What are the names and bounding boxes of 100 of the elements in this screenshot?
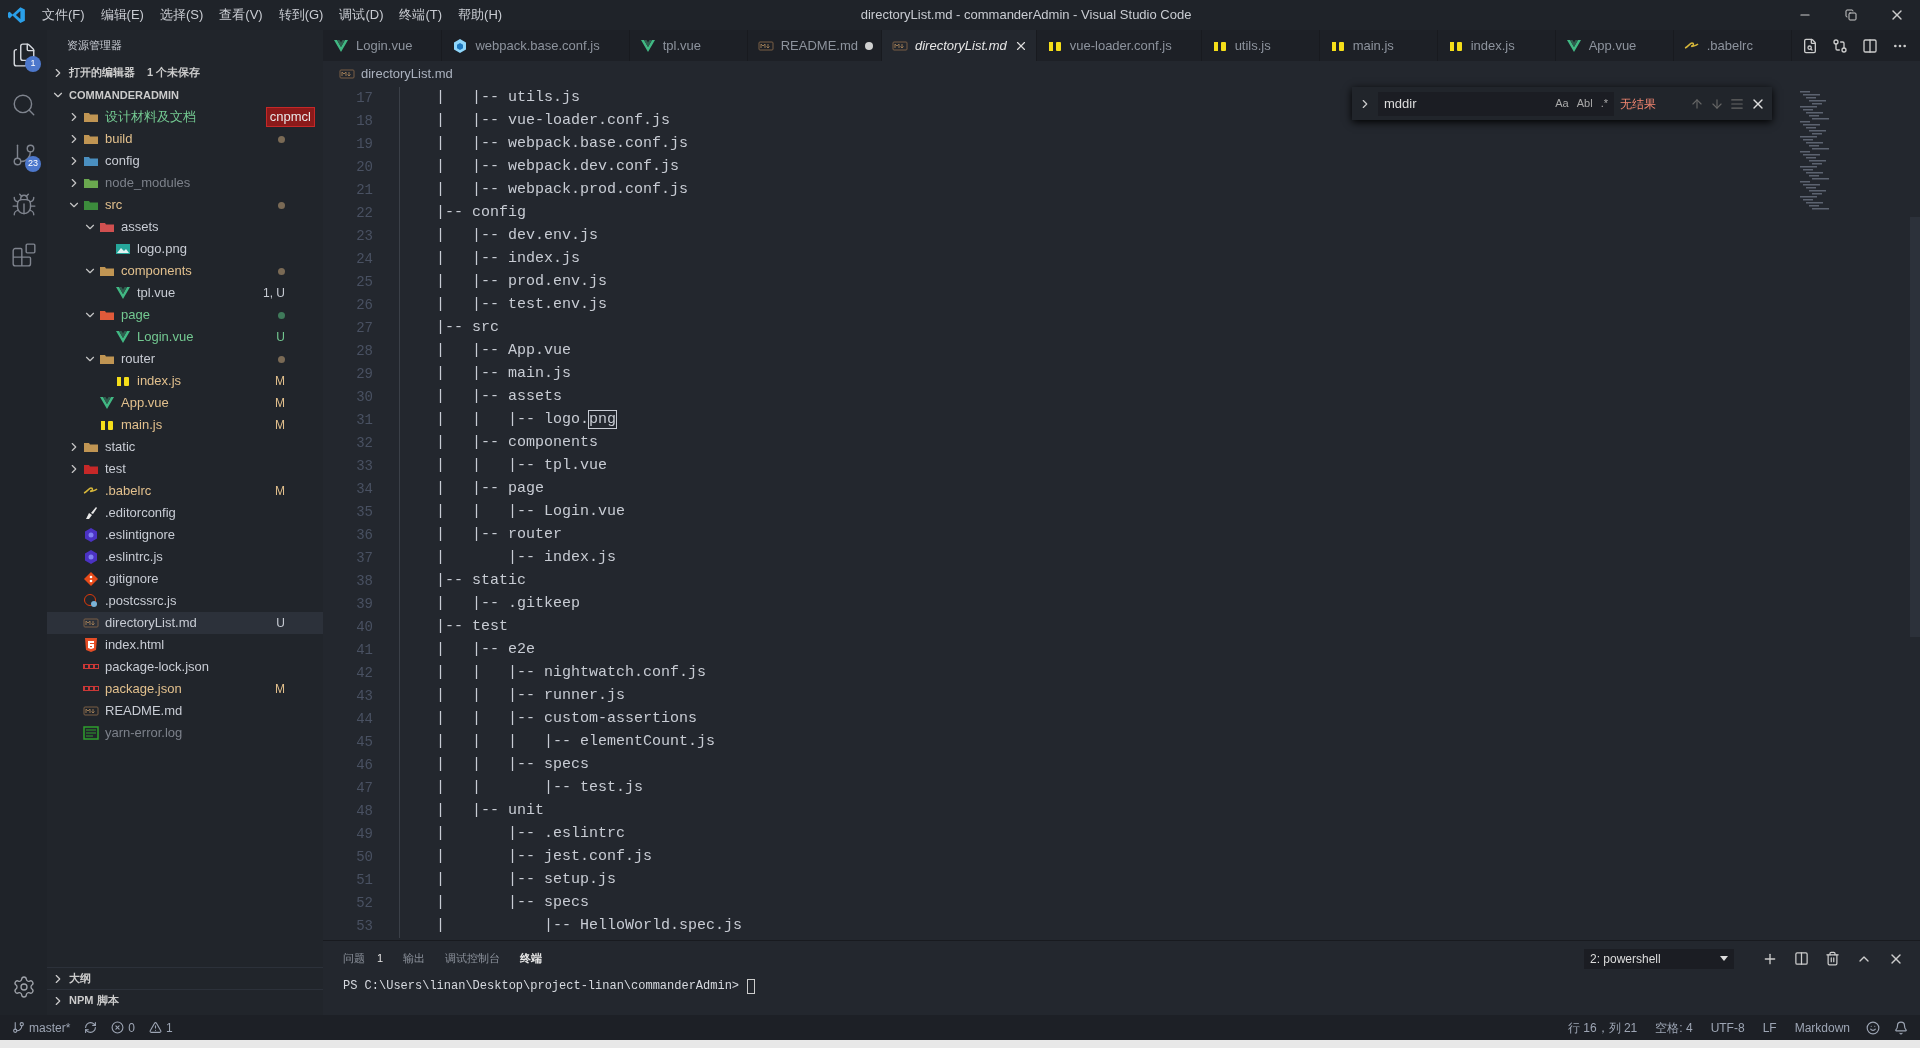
menu-item[interactable]: 选择(S) xyxy=(151,5,212,25)
status-item[interactable]: 行 16，列 21 xyxy=(1567,1018,1638,1037)
smiley-icon[interactable] xyxy=(1866,1020,1880,1035)
menu-item[interactable]: 终端(T) xyxy=(391,5,451,25)
restore-icon[interactable] xyxy=(1845,9,1857,21)
open-editors-header[interactable]: 打开的编辑器 1 个未保存 xyxy=(47,61,323,84)
tree-item[interactable]: README.md xyxy=(47,700,323,722)
split-icon[interactable] xyxy=(1794,951,1809,966)
bug-icon[interactable] xyxy=(10,192,37,218)
blocks-icon[interactable] xyxy=(10,242,37,268)
tree-item[interactable]: .postcssrc.js xyxy=(47,590,323,612)
find-option[interactable]: .* xyxy=(1600,95,1608,112)
branch-icon[interactable] xyxy=(12,1021,25,1034)
tree-item[interactable]: src xyxy=(47,194,323,216)
editor-tab[interactable]: tpl.vue xyxy=(629,30,748,61)
tree-item[interactable]: App.vue M xyxy=(47,392,323,414)
editor-tab[interactable]: utils.js xyxy=(1201,30,1320,61)
sync-icon[interactable] xyxy=(84,1021,98,1034)
split-editor-icon[interactable] xyxy=(1862,37,1878,54)
warning-icon[interactable] xyxy=(149,1021,163,1034)
menu-item[interactable]: 查看(V) xyxy=(211,5,271,25)
editor-tab[interactable]: webpack.base.conf.js xyxy=(442,30,630,61)
tree-item[interactable]: page xyxy=(47,304,323,326)
editor-tab[interactable]: index.js xyxy=(1437,30,1556,61)
find-option[interactable]: Aa xyxy=(1555,95,1569,112)
section-header[interactable]: NPM 脚本 xyxy=(47,989,323,1011)
compare-icon[interactable] xyxy=(1832,37,1848,54)
tree-item[interactable]: package-lock.json xyxy=(47,656,323,678)
menu-item[interactable]: 调试(D) xyxy=(331,5,392,25)
tree-item[interactable]: .eslintrc.js xyxy=(47,546,323,568)
status-item[interactable]: LF xyxy=(1762,1018,1777,1037)
find-input[interactable]: mddir Aa Abl .* xyxy=(1378,91,1614,116)
tree-item[interactable]: .editorconfig xyxy=(47,502,323,524)
panel-tab[interactable]: 调试控制台 xyxy=(445,950,501,967)
section-label: NPM 脚本 xyxy=(69,993,119,1009)
tree-item[interactable]: package.json M xyxy=(47,678,323,700)
editor-tab[interactable]: .babelrc xyxy=(1673,30,1792,61)
tree-item[interactable]: 设计材料及文档 cnpmcl xyxy=(47,106,323,128)
section-header[interactable]: 大纲 xyxy=(47,967,323,989)
tree-item[interactable]: node_modules xyxy=(47,172,323,194)
tree-item[interactable]: Login.vue U xyxy=(47,326,323,348)
editor-tab[interactable]: README.md xyxy=(747,30,882,61)
editor-tab[interactable]: vue-loader.conf.js xyxy=(1036,30,1202,61)
tree-item[interactable]: directoryList.md U xyxy=(47,612,323,634)
tree-item[interactable]: index.js M xyxy=(47,370,323,392)
tree-item[interactable]: .eslintignore xyxy=(47,524,323,546)
branch-name[interactable]: master* xyxy=(29,1018,71,1037)
trash-icon[interactable] xyxy=(1825,951,1840,966)
tree-item[interactable]: logo.png xyxy=(47,238,323,260)
panel-tab[interactable]: 终端 xyxy=(520,950,543,967)
editor-tab[interactable]: directoryList.md xyxy=(882,30,1037,61)
code-line: | |-- webpack.base.conf.js xyxy=(435,134,689,155)
warning-count[interactable]: 1 xyxy=(166,1018,173,1037)
app-logo-icon xyxy=(8,6,26,24)
tree-item[interactable]: yarn-error.log xyxy=(47,722,323,744)
menu-item[interactable]: 转到(G) xyxy=(270,5,332,25)
error-count[interactable]: 0 xyxy=(128,1018,136,1037)
tree-item[interactable]: build xyxy=(47,128,323,150)
menu-item[interactable]: 文件(F) xyxy=(34,5,93,25)
editor-tab[interactable]: App.vue xyxy=(1555,30,1674,61)
panel-tab[interactable]: 输出 xyxy=(403,950,426,967)
vue-icon xyxy=(115,329,131,345)
menu-item[interactable]: 帮助(H) xyxy=(450,5,511,25)
editor-tab[interactable]: Login.vue xyxy=(323,30,443,61)
markdown-icon xyxy=(83,615,99,631)
tree-item[interactable]: test xyxy=(47,458,323,480)
arrow-up-icon[interactable] xyxy=(1690,96,1704,111)
code-line: | | |-- tpl.vue xyxy=(435,456,608,477)
settings-icon[interactable] xyxy=(11,975,36,999)
file-name: package.json xyxy=(105,680,182,699)
breadcrumb[interactable]: directoryList.md xyxy=(361,64,453,84)
file-name: 设计材料及文档 xyxy=(105,108,196,127)
status-item[interactable]: UTF-8 xyxy=(1710,1018,1745,1037)
file-name: .eslintignore xyxy=(105,526,176,545)
menu-item[interactable]: 编辑(E) xyxy=(92,5,152,25)
code-line: | |-- utils.js xyxy=(435,88,581,109)
error-icon[interactable] xyxy=(111,1021,125,1034)
tree-item[interactable]: .gitignore xyxy=(47,568,323,590)
tree-item[interactable]: components xyxy=(47,260,323,282)
code-line: | |-- router xyxy=(435,525,563,546)
tree-item[interactable]: assets xyxy=(47,216,323,238)
status-item[interactable]: Markdown xyxy=(1794,1018,1850,1037)
terminal-select[interactable]: 2: powershell xyxy=(1584,948,1734,969)
tree-item[interactable]: index.html xyxy=(47,634,323,656)
bell-icon[interactable] xyxy=(1894,1020,1908,1035)
tree-item[interactable]: tpl.vue 1, U xyxy=(47,282,323,304)
tree-item[interactable]: router xyxy=(47,348,323,370)
tree-item[interactable]: .babelrc M xyxy=(47,480,323,502)
code-line: |-- static xyxy=(435,571,527,592)
panel-tab[interactable]: 问题 1 xyxy=(343,950,384,967)
find-option[interactable]: Abl xyxy=(1576,95,1593,112)
project-header[interactable]: COMMANDERADMIN xyxy=(47,84,323,106)
arrow-down-icon[interactable] xyxy=(1710,96,1724,111)
preview-icon[interactable] xyxy=(1802,37,1818,54)
tree-item[interactable]: main.js M xyxy=(47,414,323,436)
tree-item[interactable]: static xyxy=(47,436,323,458)
editor-tab[interactable]: main.js xyxy=(1319,30,1438,61)
tree-item[interactable]: config xyxy=(47,150,323,172)
status-item[interactable]: 空格: 4 xyxy=(1655,1018,1693,1037)
code-line: | | |-- custom-assertions xyxy=(435,709,698,730)
